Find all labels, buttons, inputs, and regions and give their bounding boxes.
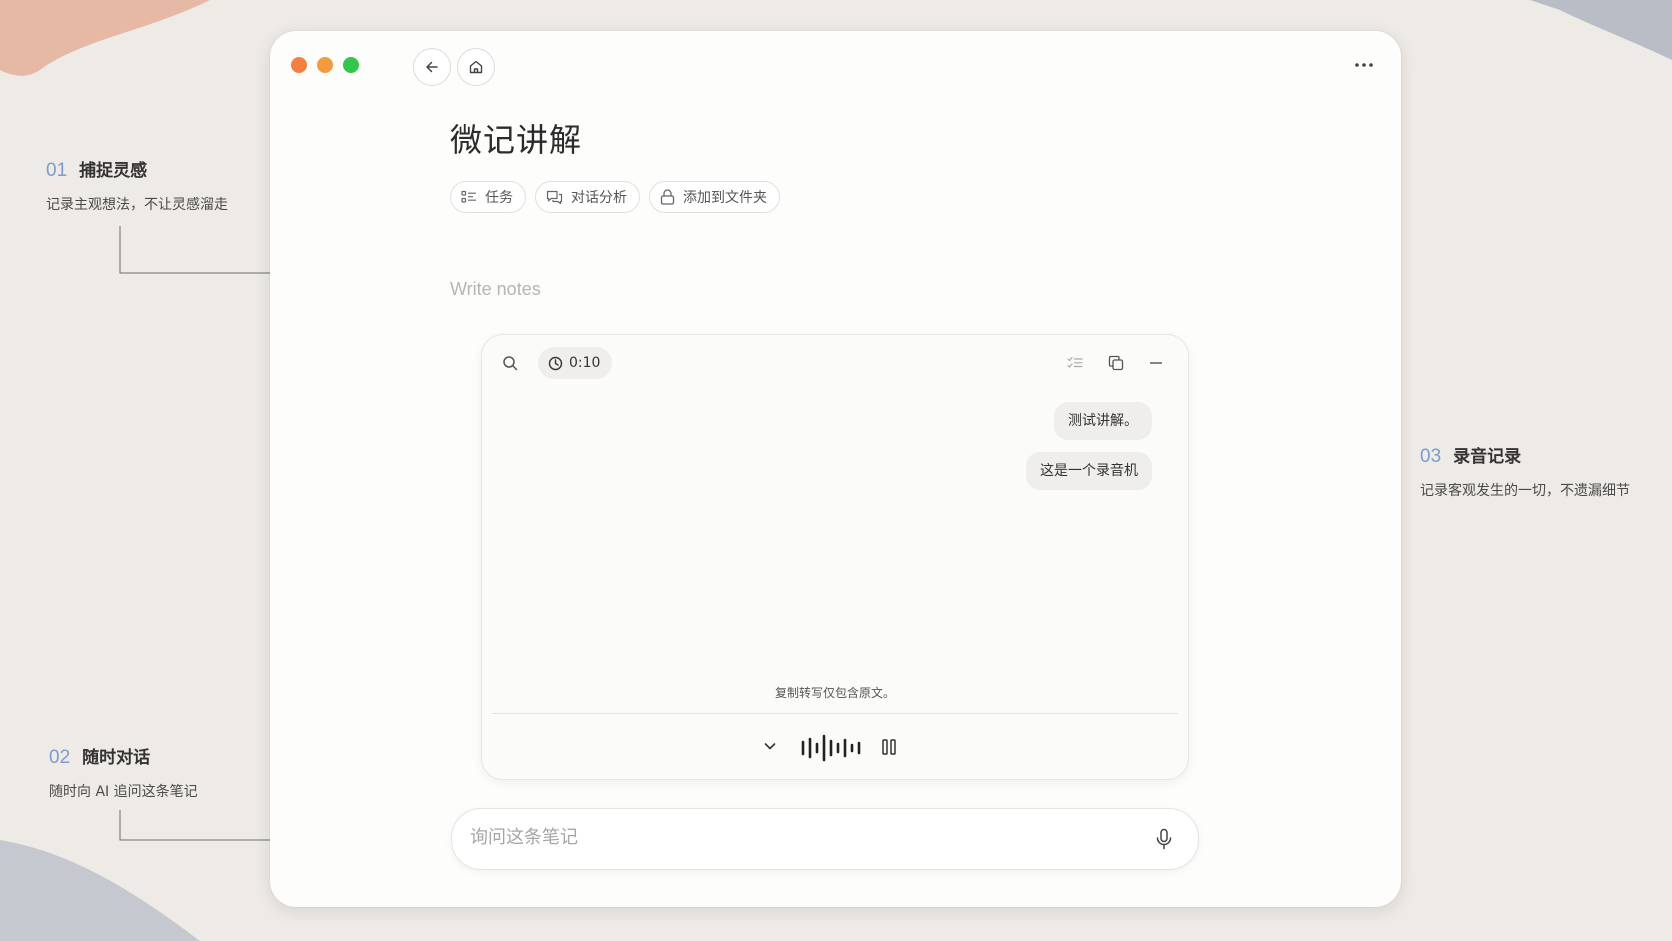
chevron-down-icon xyxy=(764,743,776,750)
convert-to-tasks-button[interactable] xyxy=(1065,353,1085,373)
home-icon xyxy=(469,60,483,74)
annotation-title: 录音记录 xyxy=(1453,447,1522,467)
annotation-title: 随时对话 xyxy=(82,748,151,768)
pause-recording-button[interactable] xyxy=(881,738,897,760)
chip-label: 对话分析 xyxy=(571,190,627,206)
close-window-button[interactable] xyxy=(291,57,307,73)
ask-note-input[interactable] xyxy=(470,827,1110,848)
app-window: 微记讲解 任务 对话分析 添加到文件夹 Write notes 0:10 测试讲… xyxy=(270,31,1401,907)
waveform-icon xyxy=(801,734,861,762)
transcript-bubble: 这是一个录音机 xyxy=(1026,452,1152,490)
audio-waveform xyxy=(800,733,862,767)
maximize-window-button[interactable] xyxy=(343,57,359,73)
home-button[interactable] xyxy=(457,48,495,86)
chat-analysis-chip[interactable]: 对话分析 xyxy=(535,181,640,213)
annotation-chat-anytime: 02 随时对话 随时向 AI 追问这条笔记 xyxy=(49,743,198,801)
note-title[interactable]: 微记讲解 xyxy=(450,115,582,161)
add-to-folder-chip[interactable]: 添加到文件夹 xyxy=(649,181,780,213)
minimize-recorder-button[interactable] xyxy=(1146,353,1166,373)
clock-icon xyxy=(548,356,563,370)
copy-icon xyxy=(1108,355,1124,371)
annotation-description: 随时向 AI 追问这条笔记 xyxy=(49,784,198,800)
transcript-search-button[interactable] xyxy=(502,355,518,375)
back-button[interactable] xyxy=(413,48,451,86)
note-actions: 任务 对话分析 添加到文件夹 xyxy=(450,181,780,213)
recorder-panel: 0:10 测试讲解。 这是一个录音机 复制转写仅包含原文。 xyxy=(481,334,1189,780)
annotation-description: 记录客观发生的一切，不遗漏细节 xyxy=(1420,483,1630,499)
annotation-capture-inspiration: 01 捕捉灵感 记录主观想法，不让灵感溜走 xyxy=(46,156,228,214)
lock-icon xyxy=(660,189,675,205)
copy-notice: 复制转写仅包含原文。 xyxy=(774,686,895,700)
recording-timer: 0:10 xyxy=(538,347,613,379)
task-chip[interactable]: 任务 xyxy=(450,181,526,213)
recorder-divider xyxy=(492,713,1178,714)
more-horizontal-icon xyxy=(1355,63,1373,67)
copy-transcript-button[interactable] xyxy=(1106,353,1126,373)
annotation-title: 捕捉灵感 xyxy=(79,161,148,181)
chip-label: 任务 xyxy=(485,190,513,206)
write-notes-input[interactable] xyxy=(450,279,1050,300)
task-list-icon xyxy=(461,190,476,203)
pause-icon xyxy=(882,739,896,755)
search-icon xyxy=(503,356,518,371)
annotation-number: 02 xyxy=(49,747,71,768)
checklist-icon xyxy=(1067,356,1083,368)
chip-label: 添加到文件夹 xyxy=(683,190,767,206)
voice-input-button[interactable] xyxy=(1152,826,1176,852)
annotation-number: 01 xyxy=(46,160,68,181)
annotation-number: 03 xyxy=(1420,446,1442,467)
minimize-window-button[interactable] xyxy=(317,57,333,73)
more-options-button[interactable] xyxy=(1349,53,1379,77)
recorder-controls xyxy=(482,733,1188,763)
timer-value: 0:10 xyxy=(569,355,601,371)
chat-icon xyxy=(546,190,563,204)
arrow-left-icon xyxy=(426,61,438,73)
microphone-icon xyxy=(1156,828,1172,850)
collapse-recorder-button[interactable] xyxy=(762,738,778,758)
annotation-description: 记录主观想法，不让灵感溜走 xyxy=(46,197,228,213)
minus-icon xyxy=(1150,362,1162,364)
transcript-bubble: 测试讲解。 xyxy=(1054,402,1152,440)
annotation-audio-recording: 03 录音记录 记录客观发生的一切，不遗漏细节 xyxy=(1420,442,1630,500)
ask-note-bar xyxy=(451,808,1199,870)
